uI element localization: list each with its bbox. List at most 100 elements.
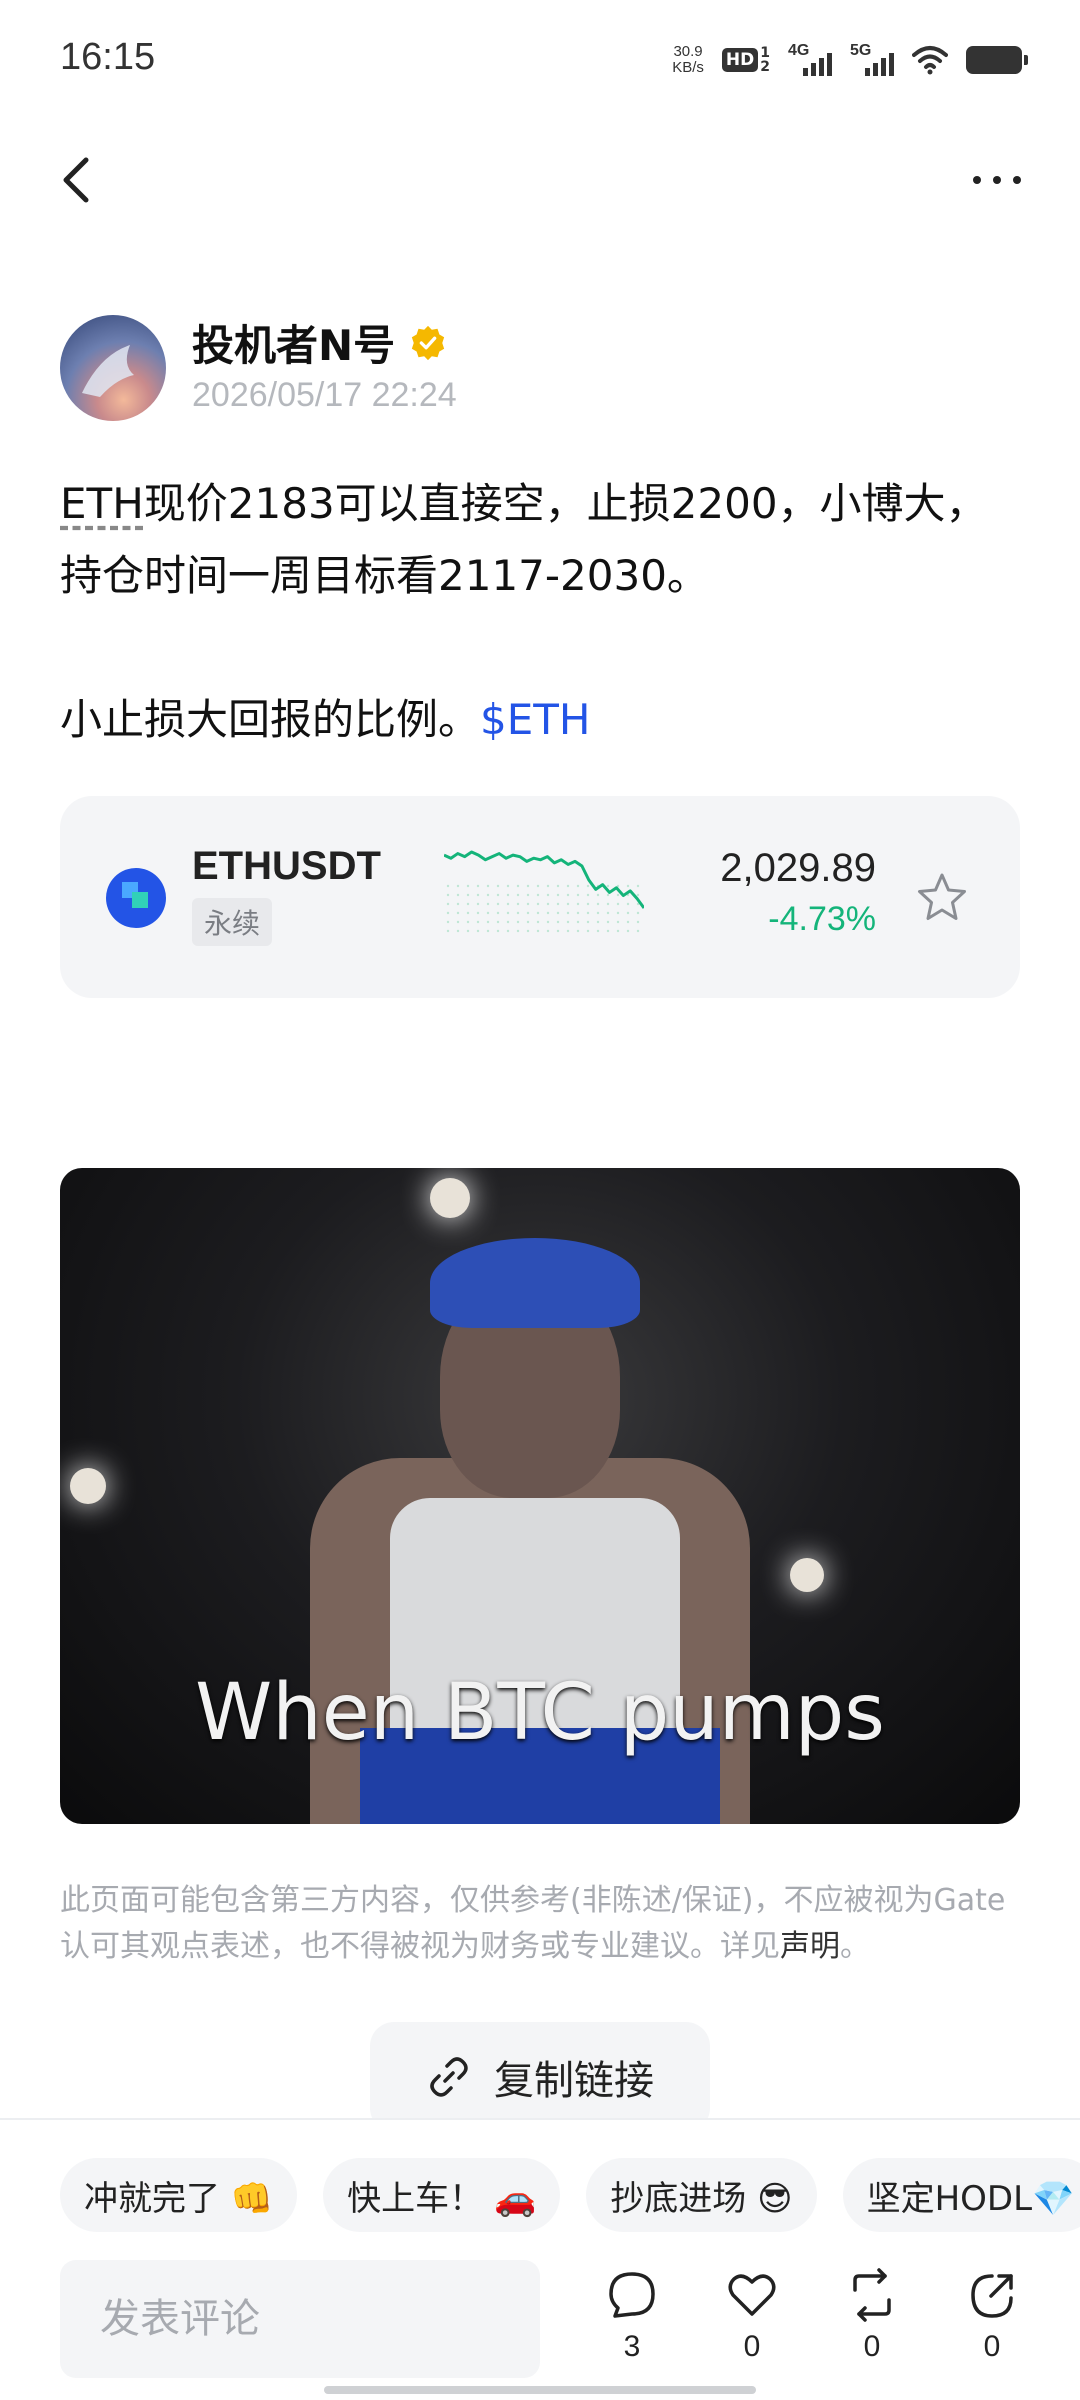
- sparkline-dot: [506, 911, 510, 915]
- sparkline-dot: [566, 911, 570, 915]
- signal-5g-icon: 5G: [850, 42, 894, 78]
- quick-reply-chip[interactable]: 坚定HODL💎: [842, 2158, 1080, 2232]
- sparkline-dot: [446, 911, 450, 915]
- repost-button[interactable]: 0: [832, 2268, 912, 2378]
- sparkline-dot: [556, 911, 560, 915]
- sparkline-dot: [466, 884, 470, 888]
- last-price: 2,029.89: [720, 846, 876, 890]
- sparkline-dot: [546, 929, 550, 933]
- post-line-2: 持仓时间一周目标看2117-2030。: [60, 551, 709, 600]
- like-count: 0: [743, 2330, 761, 2363]
- sparkline-dot: [496, 884, 500, 888]
- status-bar: 16:15 30.9 KB/s HD 1 2 4G 5G: [0, 0, 1080, 120]
- price-sparkline: [444, 850, 644, 933]
- sparkline-dot: [466, 893, 470, 897]
- post-timestamp: 2026/05/17 22:24: [192, 376, 457, 414]
- sparkline-dot: [446, 902, 450, 906]
- sparkline-dot: [566, 893, 570, 897]
- signal-4g-icon: 4G: [788, 42, 832, 78]
- coin-tag-link[interactable]: $ETH: [480, 695, 591, 744]
- pair-name: ETHUSDT: [192, 844, 381, 888]
- sparkline-dot: [606, 920, 610, 924]
- ticker-card[interactable]: ETHUSDT 永续 2,029.89 -4.73%: [60, 796, 1020, 998]
- post-blank-line: [60, 612, 1020, 684]
- statement-link[interactable]: 声明: [780, 1929, 840, 1964]
- quick-reply-chip[interactable]: 冲就完了 👊: [60, 2158, 298, 2232]
- sparkline-dot: [566, 920, 570, 924]
- sparkline-dot: [586, 893, 590, 897]
- sparkline-dot: [526, 920, 530, 924]
- price-change: -4.73%: [768, 900, 876, 938]
- comment-input[interactable]: [60, 2260, 540, 2378]
- post-body: ETH现价2183可以直接空，止损2200，小博大， 持仓时间一周目标看2117…: [60, 468, 1020, 756]
- sparkline-dot: [536, 884, 540, 888]
- net-speed-value: 30.9: [673, 43, 703, 60]
- disclaimer-line-1: 此页面可能包含第三方内容，仅供参考(非陈述/保证)，不应被视为Gate: [60, 1883, 1006, 1918]
- more-button[interactable]: [962, 150, 1032, 210]
- sparkline-dot: [516, 920, 520, 924]
- sparkline-dot: [586, 929, 590, 933]
- sparkline-dot: [546, 902, 550, 906]
- status-time: 16:15: [60, 36, 156, 78]
- favorite-button[interactable]: [914, 870, 970, 926]
- quick-reply-chip[interactable]: 快上车！ 🚗: [323, 2158, 561, 2232]
- sparkline-dot: [516, 893, 520, 897]
- post-line-1: ETH现价2183可以直接空，止损2200，小博大，: [60, 468, 1020, 540]
- sparkline-dot: [616, 929, 620, 933]
- sparkline-dot: [626, 920, 630, 924]
- copy-link-button[interactable]: 复制链接: [370, 2022, 710, 2132]
- sparkline-dot: [616, 911, 620, 915]
- post-image[interactable]: When BTC pumps: [60, 1168, 1020, 1824]
- whale-avatar-image: [82, 345, 134, 397]
- share-button[interactable]: 0: [952, 2268, 1032, 2378]
- sparkline-dot: [576, 920, 580, 924]
- ticker-mention[interactable]: ETH: [60, 479, 144, 528]
- sparkline-dot: [626, 902, 630, 906]
- author-avatar[interactable]: [60, 315, 166, 421]
- sparkline-dot: [456, 911, 460, 915]
- sparkline-dot: [576, 893, 580, 897]
- battery-icon: [966, 46, 1028, 74]
- sparkline-dot: [616, 920, 620, 924]
- sparkline-dot: [526, 929, 530, 933]
- sparkline-dot: [576, 902, 580, 906]
- figure-cap: [430, 1238, 640, 1328]
- more-dot: [973, 176, 981, 184]
- sparkline-dot: [606, 884, 610, 888]
- share-count: 0: [983, 2330, 1001, 2363]
- like-button[interactable]: 0: [712, 2268, 792, 2378]
- disclaimer-line-2-text: 认可其观点表述，也不得被视为财务或专业建议。详见: [60, 1929, 780, 1964]
- sparkline-dot: [606, 911, 610, 915]
- sparkline-dot: [636, 929, 640, 933]
- sparkline-dot: [496, 929, 500, 933]
- sparkline-dot: [626, 884, 630, 888]
- author-name[interactable]: 投机者N号: [192, 312, 447, 373]
- sparkline-dot: [456, 929, 460, 933]
- sparkline-dot: [496, 911, 500, 915]
- sparkline-dot: [466, 920, 470, 924]
- repost-icon: [853, 2268, 891, 2322]
- post-line-1-text: 现价2183可以直接空，止损2200，小博大，: [143, 479, 988, 528]
- sparkline-dot: [446, 884, 450, 888]
- sparkline-dot: [586, 920, 590, 924]
- status-icons: 30.9 KB/s HD 1 2 4G 5G: [672, 40, 1028, 80]
- sparkline-dot: [616, 902, 620, 906]
- sparkline-dot: [556, 902, 560, 906]
- sparkline-dot: [506, 929, 510, 933]
- sparkline-dot: [546, 911, 550, 915]
- quick-reply-chip[interactable]: 抄底进场 😎: [586, 2158, 817, 2232]
- sparkline-dot: [476, 911, 480, 915]
- sparkline-dot: [486, 929, 490, 933]
- sparkline-dot: [536, 929, 540, 933]
- disclaimer-line-2-end: 。: [840, 1929, 870, 1964]
- back-button[interactable]: [54, 150, 114, 210]
- sparkline-dot: [446, 929, 450, 933]
- sparkline-dot: [596, 893, 600, 897]
- scene-light: [70, 1468, 106, 1504]
- sparkline-dot: [626, 929, 630, 933]
- comment-count: 3: [623, 2330, 641, 2363]
- sparkline-dot: [586, 884, 590, 888]
- sparkline-dot: [526, 911, 530, 915]
- sparkline-dot: [546, 893, 550, 897]
- comment-button[interactable]: 3: [592, 2268, 672, 2378]
